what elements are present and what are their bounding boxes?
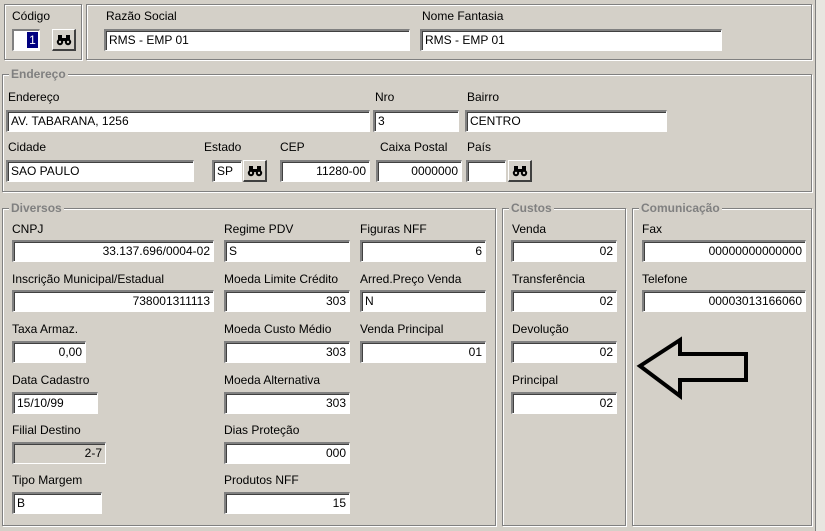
nro-label: Nro [375, 90, 395, 104]
regime-pdv-input[interactable]: S [224, 240, 350, 262]
telefone-input[interactable]: 00003013166060 [642, 290, 806, 312]
bairro-label: Bairro [467, 90, 500, 104]
arrow-left-outline-icon [636, 336, 748, 400]
moeda-custo-label: Moeda Custo Médio [224, 322, 332, 336]
codigo-label: Código [12, 9, 51, 23]
taxa-armaz-label: Taxa Armaz. [12, 322, 79, 336]
figuras-nff-label: Figuras NFF [360, 222, 427, 236]
dias-protecao-label: Dias Proteção [224, 423, 300, 437]
caixa-postal-label: Caixa Postal [380, 140, 448, 154]
custo-transferencia-input[interactable]: 02 [511, 290, 617, 312]
custo-devolucao-input[interactable]: 02 [511, 341, 617, 363]
bairro-input[interactable]: CENTRO [465, 110, 667, 132]
binoculars-icon [512, 165, 527, 176]
inscricao-input[interactable]: 738001311113 [12, 290, 214, 312]
filial-destino-input: 2-7 [12, 442, 106, 464]
custo-venda-input[interactable]: 02 [511, 240, 617, 262]
nro-input[interactable]: 3 [373, 110, 459, 132]
moeda-limite-label: Moeda Limite Crédito [224, 272, 339, 286]
binoculars-icon [56, 34, 71, 45]
estado-input[interactable]: SP [212, 160, 242, 182]
endereco-legend: Endereço [9, 67, 68, 81]
custo-principal-input[interactable]: 02 [511, 392, 617, 414]
taxa-armaz-input[interactable]: 0,00 [12, 341, 86, 363]
comunicacao-legend: Comunicação [639, 201, 722, 215]
diversos-legend: Diversos [9, 201, 64, 215]
produtos-nff-label: Produtos NFF [224, 473, 299, 487]
cep-label: CEP [280, 140, 305, 154]
arred-preco-input[interactable]: N [360, 290, 486, 312]
venda-principal-input[interactable]: 01 [360, 341, 486, 363]
endereco-label: Endereço [8, 90, 60, 104]
endereco-input[interactable]: AV. TABARANA, 1256 [6, 110, 370, 132]
codigo-search-button[interactable] [52, 29, 76, 51]
razao-label: Razão Social [106, 9, 177, 23]
fantasia-label: Nome Fantasia [422, 9, 504, 23]
moeda-alternativa-label: Moeda Alternativa [224, 373, 321, 387]
dias-protecao-input[interactable]: 000 [224, 442, 350, 464]
codigo-input[interactable]: 1 [12, 29, 40, 51]
binoculars-icon [247, 165, 262, 176]
moeda-custo-input[interactable]: 303 [224, 341, 350, 363]
vertical-scrollbar[interactable] [815, 0, 825, 531]
cidade-label: Cidade [8, 140, 47, 154]
produtos-nff-input[interactable]: 15 [224, 492, 350, 514]
data-cadastro-label: Data Cadastro [12, 373, 90, 387]
filial-destino-label: Filial Destino [12, 423, 81, 437]
cnpj-label: CNPJ [12, 222, 44, 236]
figuras-nff-input[interactable]: 6 [360, 240, 486, 262]
estado-search-button[interactable] [243, 160, 267, 182]
pais-input[interactable] [466, 160, 506, 182]
cnpj-input[interactable]: 33.137.696/0004-02 [12, 240, 214, 262]
regime-pdv-label: Regime PDV [224, 222, 294, 236]
cep-input[interactable]: 11280-00 [280, 160, 370, 182]
telefone-label: Telefone [642, 272, 688, 286]
data-cadastro-input[interactable]: 15/10/99 [12, 392, 98, 414]
estado-label: Estado [204, 140, 242, 154]
caixa-postal-input[interactable]: 0000000 [376, 160, 462, 182]
fantasia-input[interactable]: RMS - EMP 01 [420, 29, 722, 51]
tipo-margem-input[interactable]: B [12, 492, 102, 514]
custo-principal-label: Principal [512, 373, 559, 387]
pais-label: País [467, 140, 492, 154]
pais-search-button[interactable] [508, 160, 532, 182]
custo-venda-label: Venda [512, 222, 547, 236]
tipo-margem-label: Tipo Margem [12, 473, 83, 487]
razao-input[interactable]: RMS - EMP 01 [104, 29, 410, 51]
custos-legend: Custos [509, 201, 554, 215]
codigo-value: 1 [27, 32, 38, 48]
custo-transferencia-label: Transferência [512, 272, 585, 286]
inscricao-label: Inscrição Municipal/Estadual [12, 272, 165, 286]
moeda-limite-input[interactable]: 303 [224, 290, 350, 312]
moeda-alternativa-input[interactable]: 303 [224, 392, 350, 414]
fax-input[interactable]: 00000000000000 [642, 240, 806, 262]
cidade-input[interactable]: SAO PAULO [6, 160, 194, 182]
arred-preco-label: Arred.Preço Venda [360, 272, 462, 286]
fax-label: Fax [642, 222, 663, 236]
venda-principal-label: Venda Principal [360, 322, 444, 336]
custo-devolucao-label: Devolução [512, 322, 569, 336]
